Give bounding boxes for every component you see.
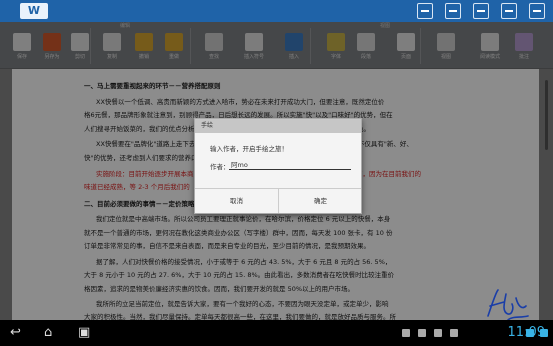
author-label: 作者： — [210, 163, 230, 171]
wifi-icon — [526, 329, 534, 337]
battery-icon — [540, 329, 548, 337]
edit-icon[interactable] — [445, 3, 461, 19]
dialog-title: 手绘 — [195, 119, 361, 133]
menu-icon[interactable] — [529, 3, 545, 19]
author-input[interactable] — [229, 158, 351, 170]
download-icon — [450, 329, 458, 337]
ok-button[interactable]: 确定 — [278, 189, 362, 213]
notification-icon — [402, 329, 410, 337]
app-logo: W — [20, 3, 48, 19]
usb-icon — [434, 329, 442, 337]
close-icon[interactable] — [501, 3, 517, 19]
screenshot-icon — [418, 329, 426, 337]
dialog-buttons: 取消 确定 — [195, 188, 361, 213]
handwriting-signature — [487, 289, 529, 321]
handwriting-dialog: 手绘 输入作者，开启手绘之旅！ 作者： 取消 确定 — [194, 118, 362, 214]
cancel-button[interactable]: 取消 — [195, 189, 278, 213]
dialog-prompt: 输入作者，开启手绘之旅！ — [210, 145, 288, 153]
home-icon[interactable]: ⌂ — [44, 325, 52, 341]
back-icon[interactable]: ↩ — [10, 325, 21, 341]
system-bar: ↩ ⌂ ▣ 11:09 — [0, 320, 553, 346]
recent-apps-icon[interactable]: ▣ — [78, 325, 90, 341]
title-bar: W — [0, 0, 553, 22]
pen-icon[interactable] — [473, 3, 489, 19]
save-icon[interactable] — [417, 3, 433, 19]
